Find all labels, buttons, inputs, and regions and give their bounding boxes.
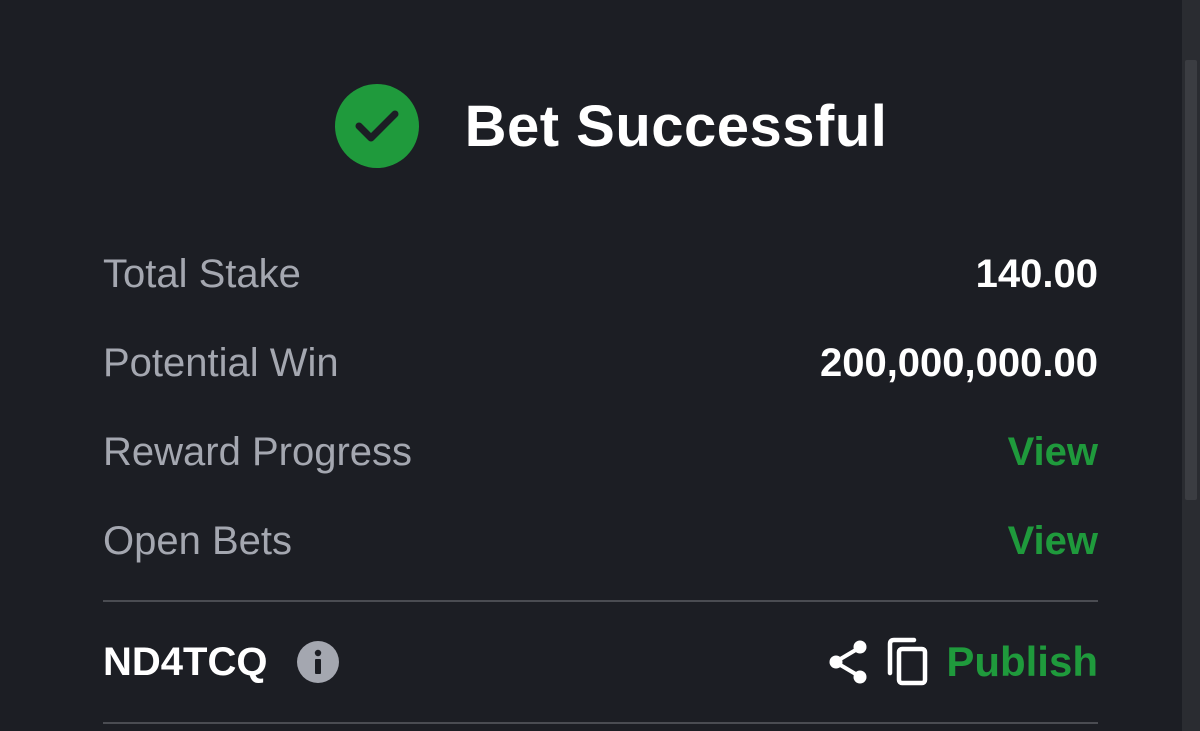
reward-progress-label: Reward Progress xyxy=(103,430,413,474)
divider xyxy=(103,600,1098,602)
scrollbar[interactable] xyxy=(1182,0,1200,731)
scrollbar-thumb[interactable] xyxy=(1185,60,1197,500)
total-stake-row: Total Stake 140.00 xyxy=(103,230,1098,319)
open-bets-label: Open Bets xyxy=(103,519,293,563)
bottom-divider xyxy=(103,722,1098,724)
potential-win-row: Potential Win 200,000,000.00 xyxy=(103,319,1098,408)
open-bets-row: Open Bets View xyxy=(103,497,1098,586)
total-stake-label: Total Stake xyxy=(103,252,301,296)
bet-success-panel: Bet Successful Total Stake 140.00 Potent… xyxy=(0,0,1182,731)
bet-success-header: Bet Successful xyxy=(0,82,1182,170)
publish-button[interactable]: Publish xyxy=(946,638,1098,686)
potential-win-label: Potential Win xyxy=(103,341,339,385)
page-title: Bet Successful xyxy=(464,93,888,159)
reward-progress-row: Reward Progress View xyxy=(103,408,1098,497)
reward-progress-view-link[interactable]: View xyxy=(1008,430,1098,475)
check-circle-icon xyxy=(334,84,419,168)
booking-actions: Publish xyxy=(826,637,1098,687)
open-bets-view-link[interactable]: View xyxy=(1008,519,1098,564)
share-icon[interactable] xyxy=(826,639,870,685)
bet-summary: Total Stake 140.00 Potential Win 200,000… xyxy=(103,230,1098,586)
booking-code: ND4TCQ xyxy=(103,639,268,684)
info-icon[interactable] xyxy=(297,641,340,683)
booking-footer: ND4TCQ Publish xyxy=(103,610,1098,714)
copy-icon[interactable] xyxy=(884,637,930,687)
potential-win-value: 200,000,000.00 xyxy=(819,341,1098,385)
total-stake-value: 140.00 xyxy=(975,252,1098,296)
booking-code-group: ND4TCQ xyxy=(103,639,340,685)
